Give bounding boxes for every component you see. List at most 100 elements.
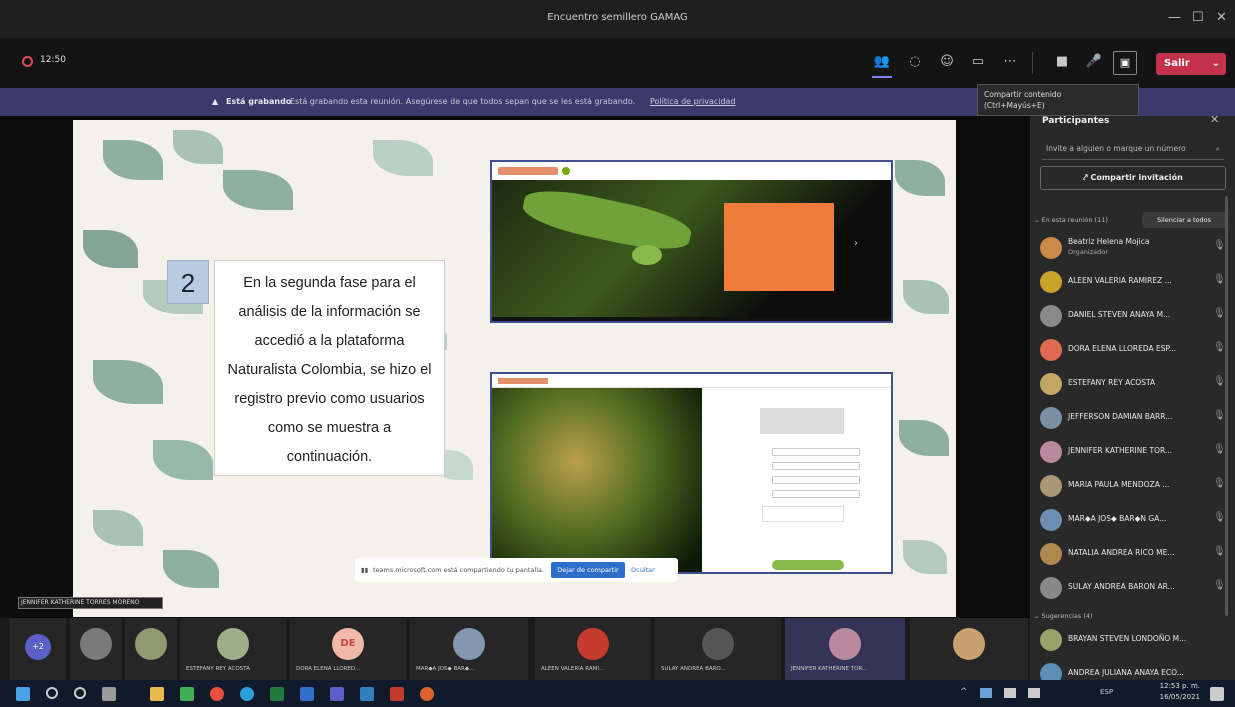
file-explorer-icon[interactable]: [150, 687, 164, 701]
naturalista-signup-screenshot: [490, 372, 893, 574]
participant-row[interactable]: ALEEN VALERIA RAMIREZ ... 🎙: [1030, 268, 1235, 296]
privacy-link[interactable]: Política de privacidad: [650, 88, 736, 116]
powerpoint-icon[interactable]: [390, 687, 404, 701]
notifications-icon[interactable]: [1210, 687, 1224, 701]
participant-row[interactable]: SULAY ANDREA BARON AR... 🎙: [1030, 574, 1235, 602]
video-tile[interactable]: ESTEFANY REY ACOSTA: [180, 618, 286, 680]
snake-head: [632, 245, 662, 265]
clock-time[interactable]: 12:53 p. m.: [1150, 682, 1200, 690]
hide-button[interactable]: Ocultar: [631, 558, 671, 582]
video-tile-label: DORA ELENA LLORED...: [296, 666, 361, 672]
video-tile-label: JENNIFER KATHERINE TOR...: [791, 666, 868, 672]
share-invite-button[interactable]: ⤤ Compartir invitación: [1040, 166, 1226, 190]
excel-icon[interactable]: [270, 687, 284, 701]
outlook-icon[interactable]: [360, 687, 374, 701]
windows-start-icon[interactable]: [16, 687, 30, 701]
avatar-initials: DE: [332, 628, 364, 660]
password-field[interactable]: [772, 476, 860, 484]
maximize-button[interactable]: ☐: [1192, 10, 1204, 25]
username-field[interactable]: [772, 462, 860, 470]
task-view-icon[interactable]: [102, 687, 116, 701]
chat-icon[interactable]: ◌: [905, 54, 925, 72]
participant-row[interactable]: JENNIFER KATHERINE TOR... 🎙: [1030, 438, 1235, 466]
captcha[interactable]: [762, 506, 844, 522]
microphone-icon[interactable]: 🎤: [1084, 54, 1104, 72]
more-options-icon[interactable]: ⋯: [1000, 54, 1020, 72]
participants-icon[interactable]: 👥: [872, 54, 892, 72]
minimize-button[interactable]: —: [1168, 10, 1181, 25]
mute-all-button[interactable]: Silenciar a todos: [1142, 212, 1226, 228]
word-icon[interactable]: [300, 687, 314, 701]
suggested-row[interactable]: BRAYAN STEVEN LONDOÑO M...: [1030, 626, 1235, 654]
share-content-icon[interactable]: ▣: [1113, 51, 1137, 75]
suggested-label[interactable]: ⌄ Sugerencias (4): [1034, 612, 1093, 620]
camera-icon[interactable]: ■: [1052, 54, 1072, 72]
participant-row[interactable]: NATALIA ANDREA RICO ME... 🎙: [1030, 540, 1235, 568]
email-field[interactable]: [772, 448, 860, 456]
video-tile-label: ESTEFANY REY ACOSTA: [186, 666, 250, 672]
leaf-decoration: [895, 160, 945, 196]
close-panel-icon[interactable]: ✕: [1210, 113, 1219, 126]
search-icon[interactable]: [46, 687, 58, 699]
mic-muted-icon: 🎙: [1213, 444, 1226, 455]
video-tile[interactable]: [70, 618, 122, 680]
reactions-icon[interactable]: ☺: [937, 54, 957, 72]
video-tile[interactable]: JENNIFER KATHERINE TOR...: [785, 618, 905, 680]
presenter-name-label: JENNIFER KATHERINE TORRES MORENO: [18, 597, 163, 609]
screen-share-bar: ▮▮ teams.microsoft.com está compartiendo…: [355, 558, 678, 582]
clock-date[interactable]: 16/05/2021: [1150, 693, 1200, 701]
video-tile[interactable]: [125, 618, 177, 680]
chevron-down-icon[interactable]: ⌄: [1212, 53, 1220, 75]
video-tile[interactable]: DE DORA ELENA LLORED...: [290, 618, 406, 680]
join-promo-box: [724, 203, 834, 291]
video-tile[interactable]: MAR◆A JOS◆ BAR◆...: [410, 618, 528, 680]
rooms-icon[interactable]: ▭: [968, 54, 988, 72]
participant-row[interactable]: JEFFERSON DAMIAN BARR... 🎙: [1030, 404, 1235, 432]
participant-row[interactable]: MARIA PAULA MENDOZA ... 🎙: [1030, 472, 1235, 500]
participant-row[interactable]: DANIEL STEVEN ANAYA M... 🎙: [1030, 302, 1235, 330]
leaf-decoration: [899, 420, 949, 456]
mic-muted-icon: 🎙: [1213, 410, 1226, 421]
window-titlebar: Encuentro semillero GAMAG — ☐ ✕: [0, 0, 1235, 38]
avatar: [829, 628, 861, 660]
avatar: [1040, 441, 1062, 463]
participant-row[interactable]: Beatriz Helena Mojica 🎙 Organizador: [1030, 234, 1235, 262]
keyboard-language[interactable]: ESP: [1100, 688, 1113, 696]
leaf-decoration: [163, 550, 219, 588]
participant-row[interactable]: DORA ELENA LLOREDA ESP... 🎙: [1030, 336, 1235, 364]
invite-input[interactable]: Invite a alguien o marque un número ⌕: [1042, 138, 1224, 160]
naturalista-home-screenshot: ›: [490, 160, 893, 323]
stop-sharing-button[interactable]: Dejar de compartir: [551, 562, 625, 578]
panel-scrollbar[interactable]: [1225, 196, 1228, 616]
video-tile[interactable]: SULAY ANDREA BARO...: [655, 618, 781, 680]
mic-muted-icon: 🎙: [1213, 580, 1226, 591]
tray-icons[interactable]: [980, 688, 1040, 698]
avatar: [80, 628, 112, 660]
share-invite-label: Compartir invitación: [1090, 173, 1183, 182]
in-meeting-label[interactable]: ⌄ En esta reunión (11): [1034, 216, 1108, 224]
signup-button[interactable]: [772, 560, 844, 570]
teams-icon[interactable]: [330, 687, 344, 701]
store-icon[interactable]: [180, 687, 194, 701]
chrome-icon[interactable]: [210, 687, 224, 701]
plant-photo: [492, 388, 702, 572]
participant-row[interactable]: ESTEFANY REY ACOSTA 🎙: [1030, 370, 1235, 398]
avatar: [1040, 629, 1062, 651]
site-logo-icon: [562, 167, 570, 175]
video-tile[interactable]: [910, 618, 1028, 680]
leaf-decoration: [173, 130, 223, 164]
app-icon[interactable]: [420, 687, 434, 701]
carousel-next-icon[interactable]: ›: [854, 238, 858, 249]
video-tile[interactable]: +2: [10, 618, 66, 680]
cortana-icon[interactable]: [74, 687, 86, 699]
participant-name: MARIA PAULA MENDOZA ...: [1068, 480, 1170, 489]
close-button[interactable]: ✕: [1216, 10, 1227, 25]
leave-button[interactable]: Salir ⌄: [1156, 53, 1226, 75]
avatar: [453, 628, 485, 660]
participant-row[interactable]: MAR◆A JOS◆ BAR◆N GA... 🎙: [1030, 506, 1235, 534]
video-tile[interactable]: ALEEN VALERIA RAMI...: [535, 618, 651, 680]
confirm-password-field[interactable]: [772, 490, 860, 498]
mic-muted-icon: 🎙: [1213, 308, 1226, 319]
system-tray-chevron-icon[interactable]: ^: [960, 687, 968, 697]
edge-icon[interactable]: [240, 687, 254, 701]
